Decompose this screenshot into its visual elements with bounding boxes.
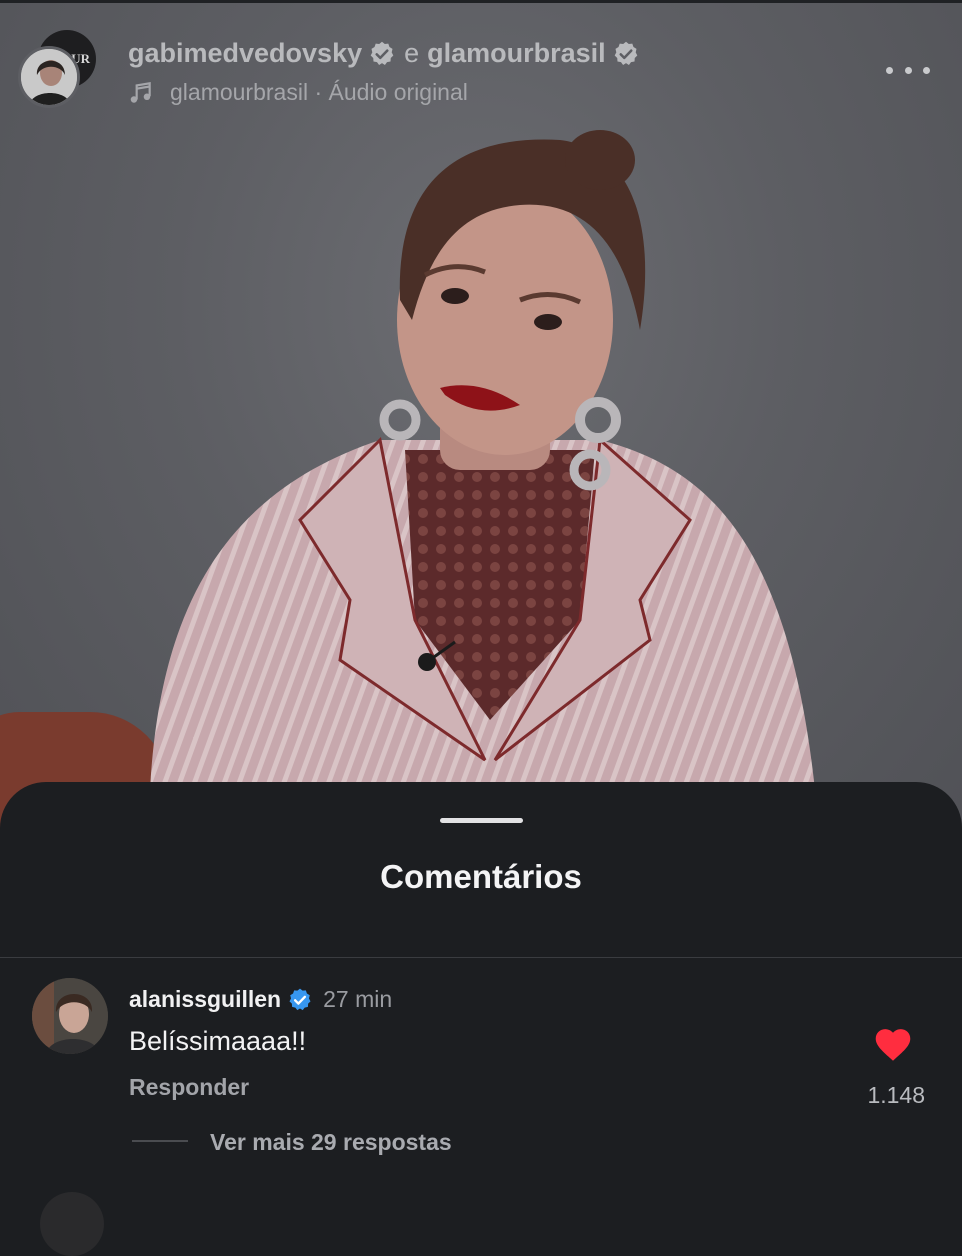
heart-icon[interactable] bbox=[872, 1024, 914, 1062]
authors-conjunction: e bbox=[404, 38, 420, 68]
next-commenter-avatar[interactable] bbox=[40, 1192, 104, 1256]
reel-video[interactable] bbox=[0, 0, 962, 860]
more-dot bbox=[923, 66, 930, 74]
view-more-replies-button[interactable]: Ver mais 29 respostas bbox=[210, 1129, 452, 1156]
comments-sheet: Comentários alanissguillen 27 min Belíss… bbox=[0, 782, 962, 1256]
post-authors: gabimedvedovsky e glamourbrasil bbox=[128, 38, 640, 69]
like-count: 1.148 bbox=[867, 1082, 925, 1108]
collab-avatars[interactable]: OUR bbox=[18, 30, 98, 110]
replies-line bbox=[132, 1140, 188, 1142]
creator-avatar[interactable] bbox=[18, 46, 80, 108]
sheet-divider bbox=[0, 957, 962, 958]
commenter-avatar-image bbox=[32, 978, 108, 1054]
post-header: gabimedvedovsky e glamourbrasil glamourb… bbox=[128, 38, 640, 106]
commenter-avatar[interactable] bbox=[32, 978, 108, 1054]
audio-row[interactable]: glamourbrasil · Áudio original bbox=[128, 79, 640, 106]
comment-header: alanissguillen 27 min bbox=[129, 986, 392, 1013]
creator-avatar-image bbox=[21, 49, 77, 105]
sheet-drag-handle[interactable] bbox=[440, 818, 523, 823]
more-dot bbox=[904, 66, 912, 74]
comment-text: Belíssimaaaa!! bbox=[129, 1026, 307, 1056]
sheet-title: Comentários bbox=[380, 858, 582, 895]
collaborator-username[interactable]: glamourbrasil bbox=[427, 38, 606, 69]
verified-badge-icon bbox=[370, 41, 394, 65]
video-frame-person bbox=[150, 130, 815, 790]
comment-username[interactable]: alanissguillen bbox=[129, 986, 281, 1013]
creator-username[interactable]: gabimedvedovsky bbox=[128, 38, 362, 69]
more-options-icon[interactable] bbox=[886, 58, 930, 82]
more-dot bbox=[886, 66, 893, 74]
audio-label: glamourbrasil · Áudio original bbox=[170, 79, 468, 105]
verified-badge-icon bbox=[289, 988, 311, 1010]
music-note-icon bbox=[130, 81, 151, 103]
comment-time: 27 min bbox=[323, 986, 393, 1012]
verified-badge-icon bbox=[614, 41, 638, 65]
